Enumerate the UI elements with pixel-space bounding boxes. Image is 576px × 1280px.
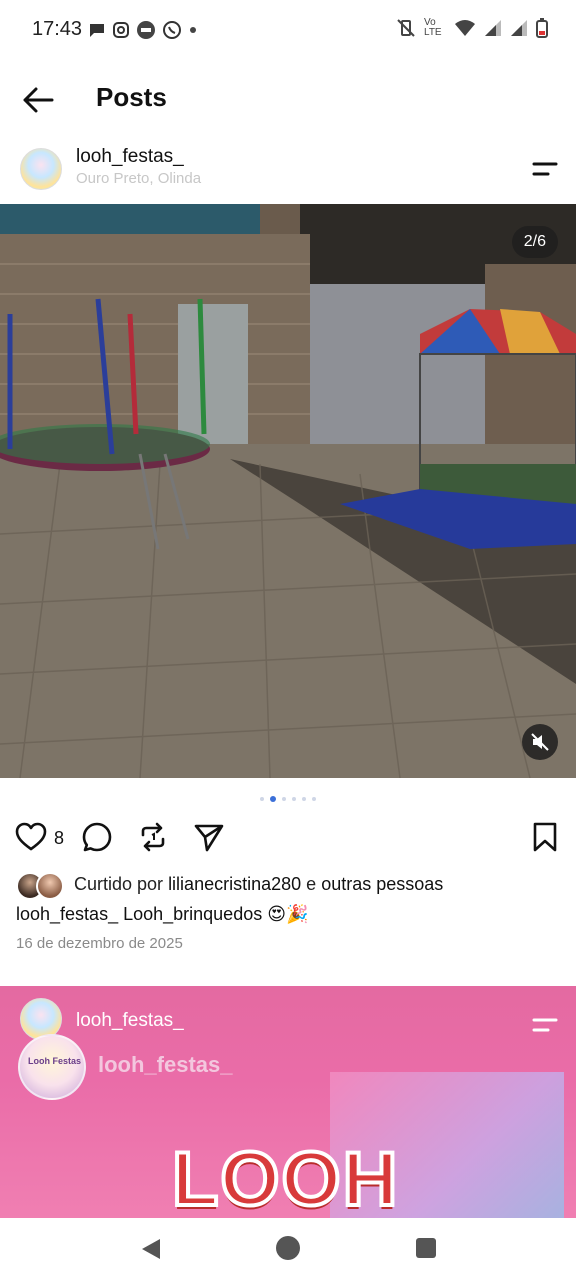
post-username[interactable]: looh_festas_ <box>76 146 184 168</box>
dot-icon <box>190 27 196 33</box>
signal-icon <box>485 20 501 36</box>
caption-username[interactable]: looh_festas_ <box>16 904 118 924</box>
nav-recents-icon[interactable] <box>416 1238 436 1258</box>
nav-back-icon[interactable] <box>138 1236 164 1262</box>
carousel-dot <box>282 797 286 801</box>
carousel-dot <box>260 797 264 801</box>
whatsapp-icon <box>163 21 181 39</box>
liked-avatars <box>16 870 66 900</box>
system-icons: Vo LTE <box>396 18 548 38</box>
battery-icon <box>536 18 548 38</box>
post2-logo: LOOH <box>170 1135 400 1218</box>
post-date: 16 de dezembro de 2025 <box>16 935 183 952</box>
liked-by-suffix: e <box>306 874 317 894</box>
carousel-dot <box>312 797 316 801</box>
app-badge-icon <box>137 21 155 39</box>
repost-icon <box>141 822 165 852</box>
notification-icons <box>88 20 198 40</box>
post-header: looh_festas_ Ouro Preto, Olinda <box>0 140 576 202</box>
nav-home-icon[interactable] <box>276 1236 300 1260</box>
carousel-dot-active <box>270 796 276 802</box>
post-menu-button[interactable] <box>528 154 562 184</box>
status-time: 17:43 <box>32 18 83 40</box>
menu-icon <box>532 1018 558 1032</box>
post2-inner-avatar: Looh Festas <box>18 1034 86 1100</box>
mute-button[interactable] <box>522 724 558 760</box>
comment-button[interactable] <box>80 820 114 854</box>
post-media[interactable]: 2/6 <box>0 204 576 778</box>
send-icon <box>194 824 224 852</box>
carousel-dot <box>292 797 296 801</box>
post2-menu-button[interactable] <box>528 1010 562 1040</box>
status-bar: 17:43 Vo LTE <box>0 0 576 62</box>
next-post[interactable]: looh_festas_ Looh Festas looh_festas_ LO… <box>0 986 576 1218</box>
post2-inner-name: looh_festas_ <box>98 1052 233 1077</box>
media-counter: 2/6 <box>511 226 558 258</box>
wifi-icon <box>455 20 475 36</box>
page-title: Posts <box>96 82 167 112</box>
post-actions: 8 <box>0 814 576 860</box>
heart-icon <box>15 822 47 851</box>
system-nav-bar <box>0 1218 576 1280</box>
volte-icon: Vo LTE <box>424 17 442 38</box>
repost-button[interactable] <box>136 820 170 854</box>
vibrate-off-icon <box>397 19 415 37</box>
liked-by-user[interactable]: lilianecristina280 <box>168 874 301 894</box>
top-bar: Posts <box>0 62 576 134</box>
post2-username[interactable]: looh_festas_ <box>76 1010 184 1032</box>
arrow-left-icon <box>23 87 54 113</box>
carousel-indicator <box>0 793 576 805</box>
menu-icon <box>532 162 558 176</box>
caption-text: Looh_brinquedos 😍🎉 <box>123 904 309 924</box>
save-button[interactable] <box>528 820 562 854</box>
avatar <box>36 872 64 900</box>
signal-icon <box>511 20 527 36</box>
avatar[interactable] <box>20 148 62 190</box>
instagram-icon <box>113 22 129 38</box>
post-location[interactable]: Ouro Preto, Olinda <box>76 170 201 187</box>
like-count[interactable]: 8 <box>54 828 64 849</box>
back-button[interactable] <box>18 80 58 120</box>
carousel-dot <box>302 797 306 801</box>
post-photo <box>0 204 576 778</box>
liked-by-text: Curtido por lilianecristina280 e outras … <box>74 874 443 895</box>
comment-bubble-icon <box>82 822 112 852</box>
post-caption: looh_festas_ Looh_brinquedos 😍🎉 <box>16 904 308 925</box>
share-button[interactable] <box>192 820 226 854</box>
message-icon <box>90 24 104 37</box>
post2-inner-avatar-text: Looh Festas <box>28 1056 82 1066</box>
liked-by-others[interactable]: outras pessoas <box>321 874 443 894</box>
liked-by-prefix: Curtido por <box>74 874 164 894</box>
like-button[interactable] <box>14 820 48 854</box>
speaker-muted-icon <box>531 733 549 751</box>
liked-by-row[interactable]: Curtido por lilianecristina280 e outras … <box>16 870 576 900</box>
bookmark-icon <box>533 822 557 852</box>
